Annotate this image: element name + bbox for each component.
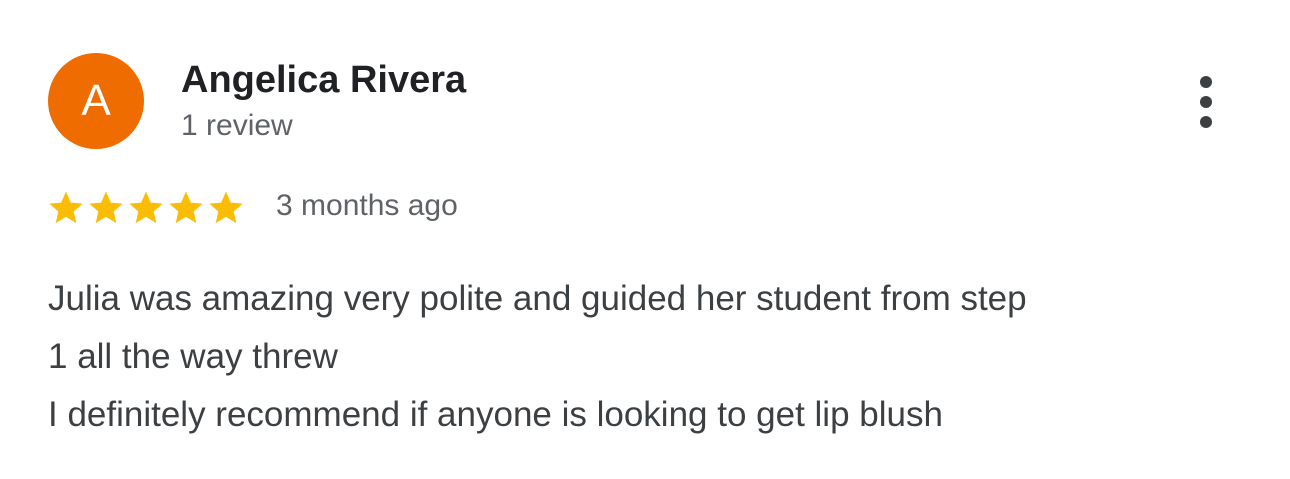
star-icon [209,191,243,224]
review-count: 1 review [181,109,293,142]
star-icon [169,191,203,224]
reviewer-name[interactable]: Angelica Rivera [181,58,466,102]
star-icon [129,191,163,224]
star-icon [49,191,83,224]
avatar-initial: A [81,76,111,125]
review-time: 3 months ago [276,189,458,222]
review-text-line: I definitely recommend if anyone is look… [48,395,943,434]
review-text-line: Julia was amazing very polite and guided… [48,279,1027,318]
more-vertical-icon [1200,116,1212,128]
review-text: Julia was amazing very polite and guided… [48,270,1258,444]
review-text-line: 1 all the way threw [48,337,338,376]
star-rating [46,186,246,230]
more-vertical-icon [1200,76,1212,88]
avatar[interactable]: A [48,53,144,149]
star-icon [89,191,123,224]
review-card: A Angelica Rivera 1 review 3 months ago … [0,0,1290,479]
more-options-button[interactable] [1186,70,1226,134]
more-vertical-icon [1200,96,1212,108]
